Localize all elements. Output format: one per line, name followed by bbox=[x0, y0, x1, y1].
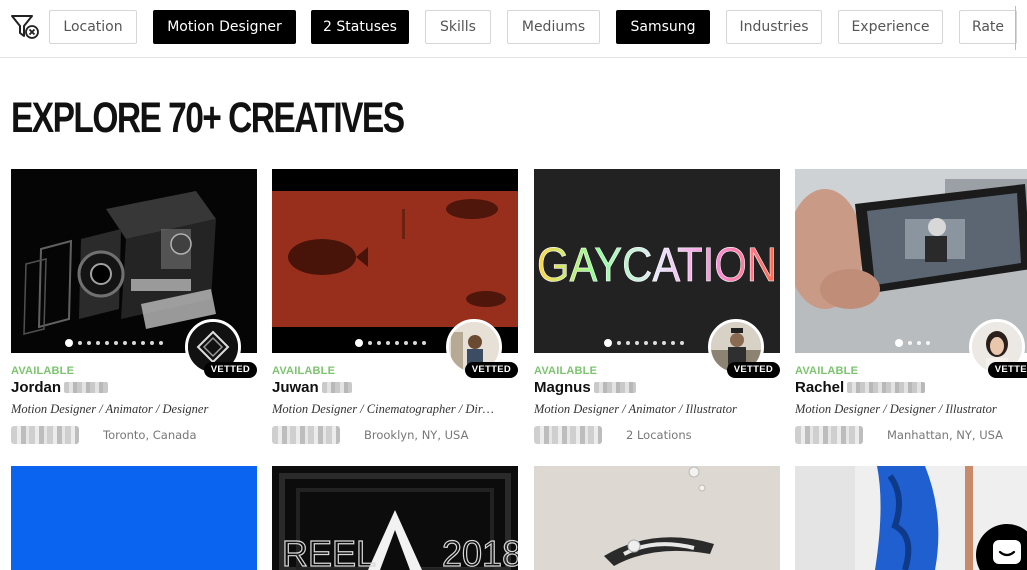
project-thumbnail[interactable] bbox=[11, 466, 257, 570]
last-name-redacted bbox=[593, 382, 636, 393]
rate-redacted bbox=[272, 426, 340, 444]
last-name-redacted bbox=[847, 382, 926, 393]
first-name: Magnus bbox=[534, 379, 591, 396]
creative-card[interactable]: VETTED AVAILABLE Rachel Motion Designer … bbox=[795, 169, 1027, 449]
creative-name[interactable]: Rachel bbox=[795, 379, 926, 396]
last-name-redacted bbox=[321, 382, 352, 393]
thumbnail-headline: GAYCATION bbox=[537, 239, 777, 292]
availability-status: AVAILABLE bbox=[272, 365, 336, 377]
project-thumbnail[interactable] bbox=[534, 466, 780, 570]
creative-card[interactable]: GAYCATION VETTED AVAILABLE Magnus Motion… bbox=[534, 169, 780, 449]
first-name: Jordan bbox=[11, 379, 62, 396]
first-name: Rachel bbox=[795, 379, 845, 396]
creative-roles: Motion Designer / Animator / Designer bbox=[11, 402, 209, 416]
page-title: EXPLORE 70+ CREATIVES bbox=[11, 94, 405, 142]
rate-redacted bbox=[534, 426, 602, 444]
filter-chip-samsung[interactable]: Samsung bbox=[616, 10, 710, 44]
rate-redacted bbox=[11, 426, 79, 444]
creative-name[interactable]: Juwan bbox=[272, 379, 352, 396]
filter-bar: Location Motion Designer 2 Statuses Skil… bbox=[0, 0, 1027, 58]
filter-scroll-divider bbox=[1015, 6, 1016, 50]
last-name-redacted bbox=[64, 382, 109, 393]
creative-name[interactable]: Magnus bbox=[534, 379, 636, 396]
creative-card[interactable]: VETTED AVAILABLE Juwan Motion Designer /… bbox=[272, 169, 518, 449]
creative-location: Manhattan, NY, USA bbox=[887, 428, 1003, 442]
vetted-badge: VETTED bbox=[726, 362, 780, 378]
project-thumbnail[interactable]: REEL 2018 bbox=[272, 466, 518, 570]
creative-card[interactable]: VETTED AVAILABLE Jordan Motion Designer … bbox=[11, 169, 257, 449]
carousel-dots[interactable] bbox=[355, 339, 426, 347]
vetted-badge: VETTED bbox=[987, 362, 1027, 378]
filter-chip-rate[interactable]: Rate bbox=[959, 10, 1017, 44]
filter-chip-experience[interactable]: Experience bbox=[838, 10, 943, 44]
filter-chip-skills[interactable]: Skills bbox=[425, 10, 491, 44]
filter-chip-location[interactable]: Location bbox=[49, 10, 137, 44]
vetted-badge: VETTED bbox=[464, 362, 518, 378]
creative-name[interactable]: Jordan bbox=[11, 379, 109, 396]
availability-status: AVAILABLE bbox=[795, 365, 859, 377]
filter-clear-icon[interactable] bbox=[10, 12, 40, 42]
reel-text: REEL bbox=[282, 533, 376, 570]
creative-roles: Motion Designer / Animator / Illustrator bbox=[534, 402, 737, 416]
filter-chip-industries[interactable]: Industries bbox=[726, 10, 822, 44]
filter-chip-mediums[interactable]: Mediums bbox=[507, 10, 600, 44]
creative-roles: Motion Designer / Designer / Illustrator bbox=[795, 402, 997, 416]
first-name: Juwan bbox=[272, 379, 319, 396]
availability-status: AVAILABLE bbox=[534, 365, 598, 377]
filter-chip-statuses[interactable]: 2 Statuses bbox=[311, 10, 409, 44]
rate-redacted bbox=[795, 426, 863, 444]
carousel-dots[interactable] bbox=[604, 339, 684, 347]
availability-status: AVAILABLE bbox=[11, 365, 75, 377]
carousel-dots[interactable] bbox=[65, 339, 163, 347]
creative-location: Toronto, Canada bbox=[103, 428, 197, 442]
carousel-dots[interactable] bbox=[895, 339, 930, 347]
filter-chip-motion-designer[interactable]: Motion Designer bbox=[153, 10, 296, 44]
creative-location: 2 Locations bbox=[626, 428, 692, 442]
creative-location: Brooklyn, NY, USA bbox=[364, 428, 469, 442]
year-text: 2018 bbox=[442, 533, 518, 570]
vetted-badge: VETTED bbox=[203, 362, 257, 378]
chat-icon bbox=[993, 540, 1021, 564]
creative-roles: Motion Designer / Cinematographer / Dir… bbox=[272, 402, 494, 416]
